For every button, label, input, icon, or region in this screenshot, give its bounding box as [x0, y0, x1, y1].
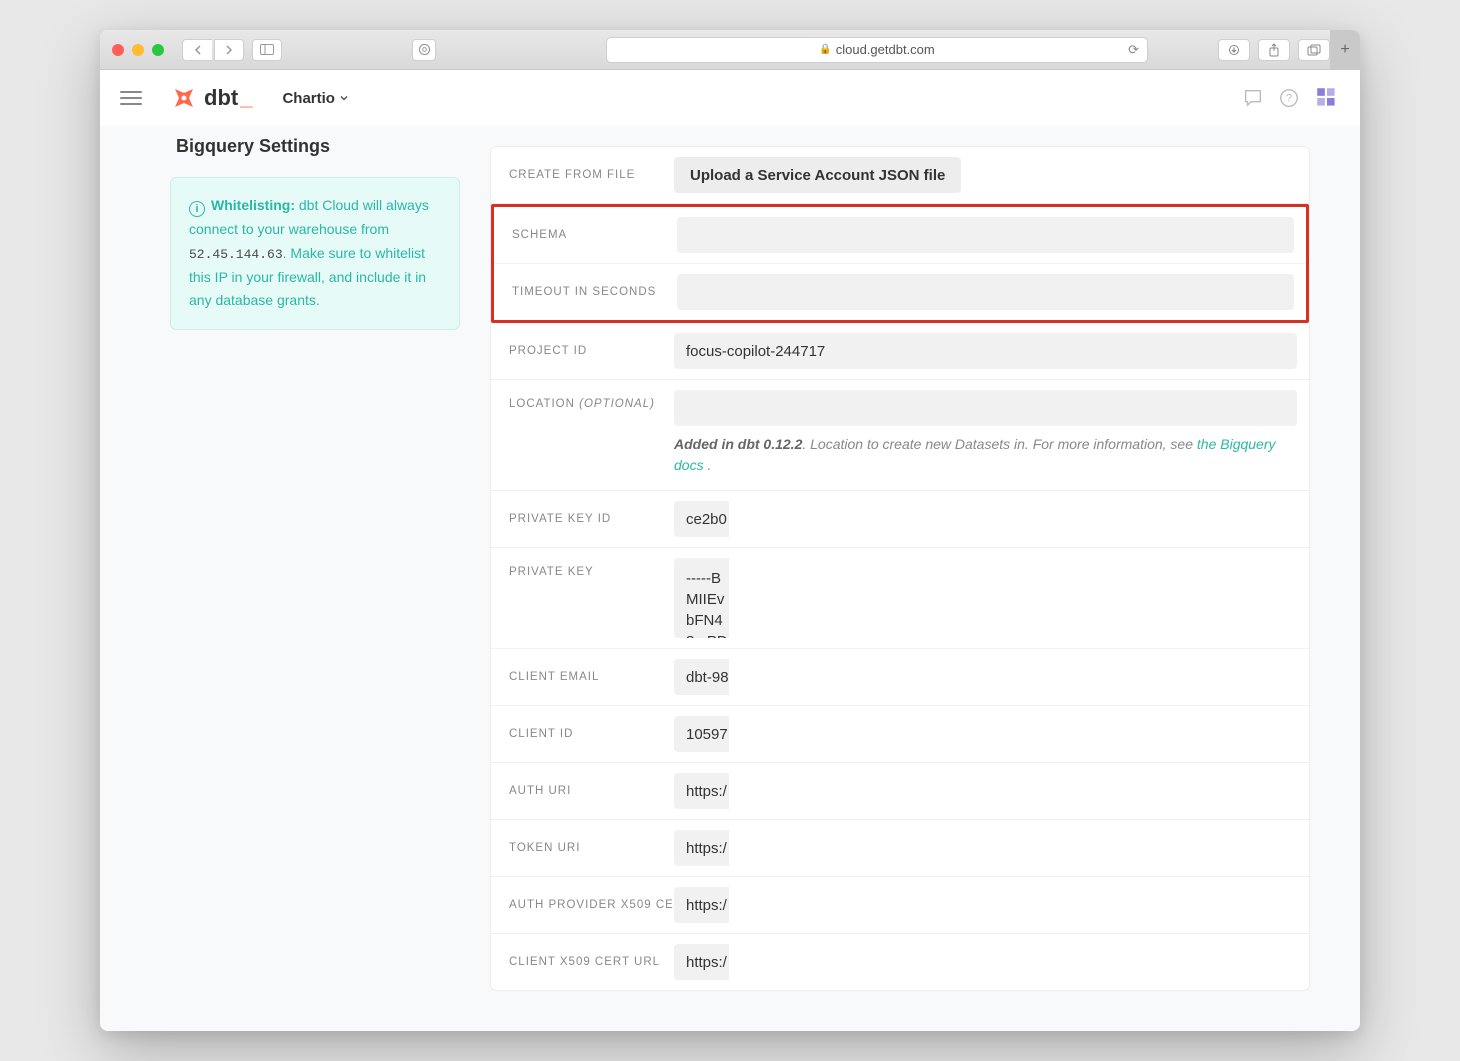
- account-dropdown[interactable]: Chartio: [282, 90, 349, 107]
- page-title: Bigquery Settings: [176, 136, 460, 157]
- label-create-from-file: Create From File: [509, 169, 674, 181]
- label-timeout: Timeout in Seconds: [512, 286, 677, 298]
- forward-button[interactable]: [214, 39, 244, 61]
- input-timeout[interactable]: [677, 274, 1294, 310]
- right-column: Create From File Upload a Service Accoun…: [460, 126, 1360, 1001]
- whitelist-callout: iWhitelisting: dbt Cloud will always con…: [170, 177, 460, 330]
- extension-icon[interactable]: [1314, 85, 1340, 111]
- row-client-email: Client Email dbt-98: [491, 649, 1309, 706]
- row-schema: Schema: [494, 207, 1306, 264]
- row-token-uri: Token URI https:/: [491, 820, 1309, 877]
- row-private-key: Private Key -----B MIIEv bFN4 8mPD: [491, 548, 1309, 649]
- label-token-uri: Token URI: [509, 842, 674, 854]
- label-location: Location (optional): [509, 390, 674, 410]
- account-name: Chartio: [282, 90, 335, 107]
- mask: [729, 887, 1297, 923]
- info-icon: i: [189, 201, 205, 217]
- help-icon[interactable]: ?: [1278, 87, 1300, 109]
- content: Bigquery Settings iWhitelisting: dbt Clo…: [100, 126, 1360, 1031]
- chat-icon[interactable]: [1242, 87, 1264, 109]
- mask: [729, 944, 1297, 980]
- mask: [729, 773, 1297, 809]
- row-location: Location (optional) Added in dbt 0.12.2.…: [491, 380, 1309, 491]
- label-client-email: Client Email: [509, 671, 674, 683]
- mask: [729, 501, 1297, 537]
- titlebar: 🔒 cloud.getdbt.com ⟳ +: [100, 30, 1360, 70]
- left-column: Bigquery Settings iWhitelisting: dbt Clo…: [170, 126, 460, 1001]
- header-right: ?: [1242, 85, 1340, 111]
- input-schema[interactable]: [677, 217, 1294, 253]
- app-header: dbt_ Chartio ?: [100, 70, 1360, 126]
- sidebar-toggle-button[interactable]: [252, 39, 282, 61]
- lock-icon: 🔒: [819, 44, 831, 55]
- row-client-cert: Client X509 Cert URL https:/: [491, 934, 1309, 990]
- row-timeout: Timeout in Seconds: [494, 264, 1306, 320]
- traffic-lights: [112, 44, 164, 56]
- label-private-key: Private Key: [509, 558, 674, 578]
- row-private-key-id: Private Key ID ce2b0: [491, 491, 1309, 548]
- label-client-id: Client ID: [509, 728, 674, 740]
- label-private-key-id: Private Key ID: [509, 513, 674, 525]
- url-bar[interactable]: 🔒 cloud.getdbt.com ⟳: [606, 37, 1148, 63]
- row-auth-provider-cert: Auth Provider X509 Ce https:/: [491, 877, 1309, 934]
- maximize-window-button[interactable]: [152, 44, 164, 56]
- mask: [729, 716, 1297, 752]
- logo-underscore: _: [240, 85, 252, 111]
- logo[interactable]: dbt_: [172, 85, 252, 111]
- label-client-cert: Client X509 Cert URL: [509, 956, 674, 968]
- back-button[interactable]: [182, 39, 212, 61]
- input-project-id[interactable]: focus-copilot-244717: [674, 333, 1297, 369]
- minimize-window-button[interactable]: [132, 44, 144, 56]
- row-create-from-file: Create From File Upload a Service Accoun…: [491, 147, 1309, 204]
- row-client-id: Client ID 10597: [491, 706, 1309, 763]
- mask: [729, 558, 1297, 638]
- reload-icon[interactable]: ⟳: [1128, 42, 1139, 58]
- svg-text:?: ?: [1286, 93, 1292, 105]
- nav-buttons: [182, 39, 244, 61]
- callout-title: Whitelisting:: [211, 197, 295, 213]
- callout-ip: 52.45.144.63: [189, 247, 283, 262]
- row-project-id: Project ID focus-copilot-244717: [491, 323, 1309, 380]
- toolbar-right: [1218, 39, 1330, 61]
- dbt-logo-icon: [172, 86, 196, 110]
- location-help-text: Added in dbt 0.12.2. Location to create …: [674, 426, 1297, 480]
- label-project-id: Project ID: [509, 345, 674, 357]
- new-tab-button[interactable]: +: [1330, 30, 1360, 70]
- menu-button[interactable]: [120, 91, 142, 105]
- reader-button[interactable]: [412, 39, 436, 61]
- mask: [729, 830, 1297, 866]
- share-button[interactable]: [1258, 39, 1290, 61]
- downloads-button[interactable]: [1218, 39, 1250, 61]
- safari-window: 🔒 cloud.getdbt.com ⟳ + dbt_: [100, 30, 1360, 1031]
- label-schema: Schema: [512, 229, 677, 241]
- label-auth-provider-cert: Auth Provider X509 Ce: [509, 899, 674, 911]
- tabs-button[interactable]: [1298, 39, 1330, 61]
- url-text: cloud.getdbt.com: [836, 42, 935, 57]
- row-auth-uri: Auth URI https:/: [491, 763, 1309, 820]
- form-panel: Create From File Upload a Service Accoun…: [490, 146, 1310, 991]
- mask: [729, 659, 1297, 695]
- highlighted-section: Schema Timeout in Seconds: [491, 204, 1309, 323]
- input-location[interactable]: [674, 390, 1297, 426]
- logo-text: dbt: [204, 85, 238, 111]
- label-auth-uri: Auth URI: [509, 785, 674, 797]
- close-window-button[interactable]: [112, 44, 124, 56]
- chevron-down-icon: [339, 93, 349, 103]
- upload-button[interactable]: Upload a Service Account JSON file: [674, 157, 961, 193]
